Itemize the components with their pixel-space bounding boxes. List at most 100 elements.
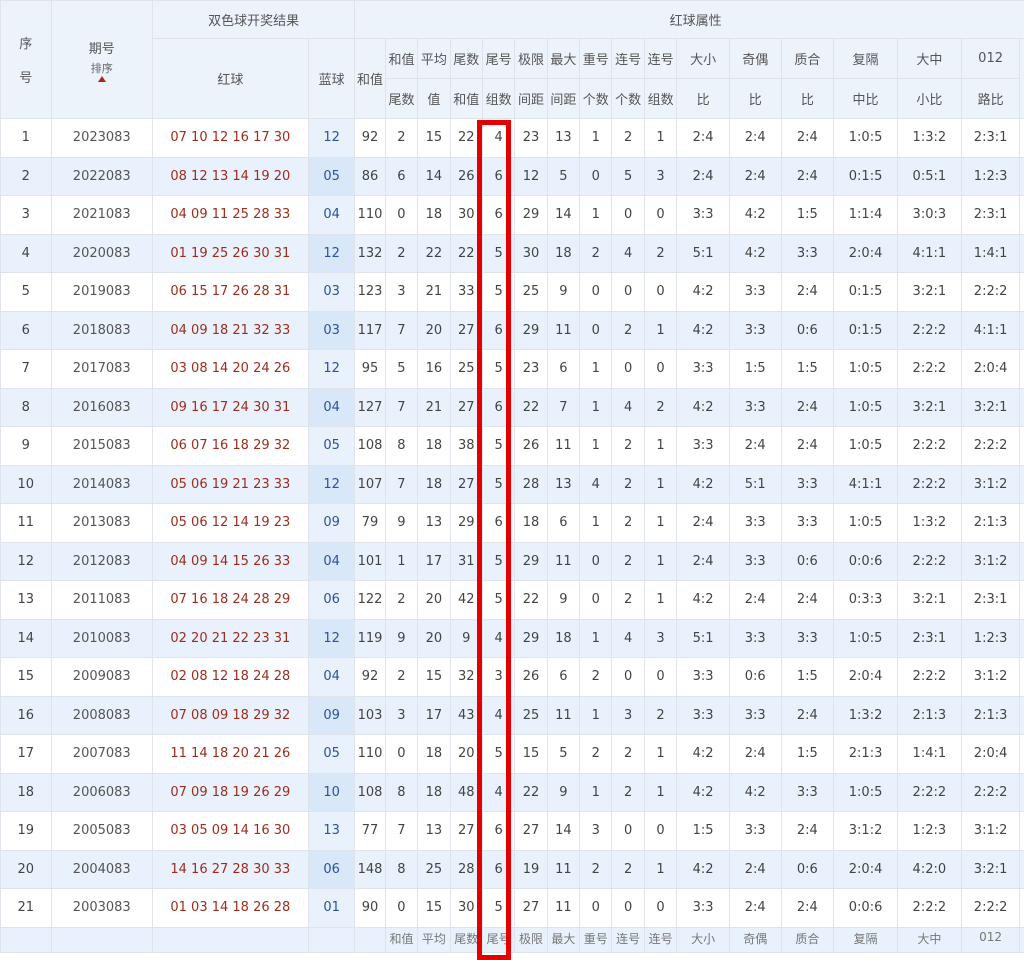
cell-value: 2:2:2 bbox=[897, 465, 961, 504]
header-col-top: 连号 bbox=[644, 39, 676, 79]
cell-value: 4:2 bbox=[677, 850, 730, 889]
cell-value: 0:6 bbox=[781, 850, 834, 889]
cell-value: 0 bbox=[385, 735, 417, 774]
header-red-attrs: 红球属性 bbox=[355, 1, 1024, 39]
cell-red-balls: 06 07 16 18 29 32 bbox=[152, 427, 308, 466]
cell-value: 17 bbox=[418, 542, 450, 581]
cell-value: 11 bbox=[547, 889, 579, 928]
cell-seq: 16 bbox=[1, 696, 52, 735]
cell-value: 2:2:2 bbox=[897, 427, 961, 466]
cell-period: 2004083 bbox=[51, 850, 152, 889]
table-row: 18 2006083 07 09 18 19 26 29 10 108 8 18… bbox=[1, 773, 1024, 812]
cell-value: 15 bbox=[418, 119, 450, 158]
cell-overflow bbox=[1020, 388, 1024, 427]
cell-value: 23 bbox=[515, 119, 547, 158]
cell-red-balls: 04 09 11 25 28 33 bbox=[152, 196, 308, 235]
cell-value: 2:4 bbox=[729, 581, 781, 620]
cell-value: 3:3 bbox=[781, 465, 834, 504]
cell-sum: 108 bbox=[355, 427, 385, 466]
cell-blue-ball: 05 bbox=[308, 735, 355, 774]
cell-value: 2:4 bbox=[729, 889, 781, 928]
cell-value: 27 bbox=[450, 388, 482, 427]
cell-value: 0 bbox=[580, 157, 612, 196]
cell-value: 2:4 bbox=[729, 427, 781, 466]
cell-value: 11 bbox=[547, 850, 579, 889]
cell-value: 2:1:3 bbox=[834, 735, 898, 774]
cell-value: 5 bbox=[482, 735, 514, 774]
cell-value: 0 bbox=[612, 273, 644, 312]
table-row: 2 2022083 08 12 13 14 19 20 05 86 6 14 2… bbox=[1, 157, 1024, 196]
header-draw-result: 双色球开奖结果 bbox=[152, 1, 355, 39]
cell-period: 2006083 bbox=[51, 773, 152, 812]
cell-period: 2021083 bbox=[51, 196, 152, 235]
header-overflow bbox=[1020, 39, 1024, 119]
cell-value: 2 bbox=[385, 234, 417, 273]
cell-value: 2 bbox=[580, 850, 612, 889]
cell-value: 23 bbox=[515, 350, 547, 389]
header-col-top: 平均 bbox=[418, 39, 450, 79]
cell-value: 0 bbox=[580, 273, 612, 312]
cell-seq: 7 bbox=[1, 350, 52, 389]
cell-value: 3:3 bbox=[677, 350, 730, 389]
table-row: 15 2009083 02 08 12 18 24 28 04 92 2 15 … bbox=[1, 658, 1024, 697]
cell-value: 2:0:4 bbox=[961, 350, 1020, 389]
cell-period: 2009083 bbox=[51, 658, 152, 697]
cell-sum: 123 bbox=[355, 273, 385, 312]
cell-period: 2019083 bbox=[51, 273, 152, 312]
cell-value: 0 bbox=[612, 812, 644, 851]
cell-value: 3:1:2 bbox=[961, 542, 1020, 581]
cell-value: 1:0:5 bbox=[834, 388, 898, 427]
cell-seq: 10 bbox=[1, 465, 52, 504]
cell-value: 22 bbox=[515, 773, 547, 812]
cell-value: 1:0:5 bbox=[834, 504, 898, 543]
cell-value: 0 bbox=[612, 658, 644, 697]
cell-value: 2:2:2 bbox=[961, 773, 1020, 812]
cell-overflow bbox=[1020, 542, 1024, 581]
cell-value: 1:5 bbox=[781, 350, 834, 389]
header-period[interactable]: 期号 排序 bbox=[51, 1, 152, 119]
cell-value: 43 bbox=[450, 696, 482, 735]
cell-value: 2:4 bbox=[677, 504, 730, 543]
cell-value: 22 bbox=[515, 581, 547, 620]
cell-value: 6 bbox=[482, 812, 514, 851]
cell-value: 1:0:5 bbox=[834, 119, 898, 158]
cell-value: 29 bbox=[515, 311, 547, 350]
cell-seq: 14 bbox=[1, 619, 52, 658]
sort-control[interactable]: 排序 bbox=[52, 63, 152, 82]
header-col-top: 极限 bbox=[515, 39, 547, 79]
cell-value: 4:2 bbox=[677, 735, 730, 774]
cell-value: 29 bbox=[515, 542, 547, 581]
cell-value: 2:4 bbox=[677, 119, 730, 158]
table-row: 16 2008083 07 08 09 18 29 32 09 103 3 17… bbox=[1, 696, 1024, 735]
cell-value: 2:0:4 bbox=[834, 850, 898, 889]
cell-red-balls: 05 06 12 14 19 23 bbox=[152, 504, 308, 543]
cell-overflow bbox=[1020, 735, 1024, 774]
cell-value: 25 bbox=[418, 850, 450, 889]
footer-col-label: 012 bbox=[961, 927, 1020, 952]
cell-value: 5 bbox=[482, 465, 514, 504]
cell-value: 18 bbox=[418, 465, 450, 504]
cell-value: 1 bbox=[644, 311, 676, 350]
cell-value: 21 bbox=[418, 388, 450, 427]
cell-value: 0 bbox=[580, 889, 612, 928]
lottery-history-table: 序号 期号 排序 双色球开奖结果 红球属性 红球 蓝球 和值 和值 平均 尾数 … bbox=[0, 0, 1024, 953]
header-col-top: 012 bbox=[961, 39, 1020, 79]
header-red-ball: 红球 bbox=[152, 39, 308, 119]
cell-value: 1 bbox=[644, 427, 676, 466]
cell-value: 3 bbox=[385, 696, 417, 735]
cell-value: 21 bbox=[418, 273, 450, 312]
cell-value: 5 bbox=[482, 542, 514, 581]
cell-value: 1:5 bbox=[781, 196, 834, 235]
cell-period: 2020083 bbox=[51, 234, 152, 273]
cell-value: 6 bbox=[547, 658, 579, 697]
sort-up-arrow-icon[interactable] bbox=[98, 76, 106, 82]
header-col-bottom: 组数 bbox=[482, 79, 514, 119]
table-row: 13 2011083 07 16 18 24 28 29 06 122 2 20… bbox=[1, 581, 1024, 620]
cell-overflow bbox=[1020, 311, 1024, 350]
cell-blue-ball: 01 bbox=[308, 889, 355, 928]
cell-seq: 20 bbox=[1, 850, 52, 889]
table-row: 21 2003083 01 03 14 18 26 28 01 90 0 15 … bbox=[1, 889, 1024, 928]
cell-value: 29 bbox=[450, 504, 482, 543]
cell-sum: 132 bbox=[355, 234, 385, 273]
cell-value: 1:5 bbox=[729, 350, 781, 389]
